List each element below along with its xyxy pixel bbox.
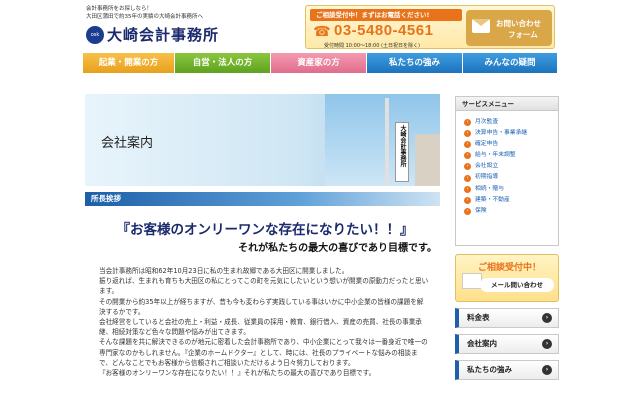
section-heading: 所長挨拶 bbox=[85, 192, 440, 206]
arrow-bullet-icon: › bbox=[464, 185, 471, 193]
catchphrase: 『お客様のオンリーワンな存在になりたい！！』 それが私たちの最大の喜びであり目標… bbox=[85, 218, 445, 254]
logo-text: 大崎会計事務所 bbox=[107, 26, 220, 44]
arrow-bullet-icon: › bbox=[464, 196, 471, 204]
mail-form-label-line-2: フォーム bbox=[508, 30, 538, 39]
tagline-line-2: 大田区蒲田で約35年の実績の大崎会計事務所へ bbox=[86, 13, 204, 20]
arrow-bullet-icon: › bbox=[464, 163, 471, 171]
mail-form-button[interactable]: お問い合わせ フォーム bbox=[466, 10, 552, 46]
catchphrase-sub: それが私たちの最大の喜びであり目標です。 bbox=[238, 243, 437, 254]
chevron-right-icon: › bbox=[542, 339, 552, 349]
sidebar-link-strengths[interactable]: 私たちの強み › bbox=[455, 360, 559, 380]
consult-title: ご相談受付中！ bbox=[478, 263, 542, 273]
nav-item-faq[interactable]: みんなの疑問 bbox=[463, 53, 557, 73]
nav-item-startup[interactable]: 起業・開業の方 bbox=[83, 53, 175, 73]
arrow-bullet-icon: › bbox=[464, 207, 471, 215]
office-sign: 大崎会計事務所 bbox=[395, 122, 409, 182]
mail-form-label: お問い合わせ フォーム bbox=[496, 18, 541, 40]
paragraph: 『お客様のオンリーワンな存在になりたい！！』それが私たちの最大の喜びであり目標で… bbox=[99, 369, 376, 378]
global-nav: 起業・開業の方 自営・法人の方 資産家の方 私たちの強み みんなの疑問 bbox=[83, 53, 557, 73]
service-menu: サービスメニュー › 月次監査 › 決算申告・事業承継 › 確定申告 › 給与・年末調整… bbox=[455, 96, 559, 246]
tagline-line-1: 会計事務所をお探しなら！ bbox=[86, 6, 153, 12]
mail-form-label-line-1: お問い合わせ bbox=[496, 19, 541, 28]
main-content: 会社案内 大崎会計事務所 所長挨拶 『お客様のオンリーワンな存在になりたい！！』… bbox=[85, 94, 445, 378]
arrow-bullet-icon: › bbox=[464, 130, 471, 138]
page: 会計事務所をお探しなら！ 大田区蒲田で約35年の実績の大崎会計事務所へ osk … bbox=[0, 0, 640, 400]
service-list: › 月次監査 › 決算申告・事業承継 › 確定申告 › 給与・年末調整 › 会社設立 › 初… bbox=[456, 111, 558, 217]
phone-number[interactable]: 03-5480-4561 bbox=[334, 22, 433, 39]
arrow-bullet-icon: › bbox=[464, 174, 471, 182]
arrow-bullet-icon: › bbox=[464, 141, 471, 149]
service-item[interactable]: › 月次監査 bbox=[464, 117, 558, 128]
sidebar-link-company[interactable]: 会社案内 › bbox=[455, 334, 559, 354]
service-item[interactable]: › 給与・年末調整 bbox=[464, 150, 558, 161]
tagline: 会計事務所をお探しなら！ 大田区蒲田で約35年の実績の大崎会計事務所へ bbox=[86, 6, 286, 21]
phone-icon: ☎ bbox=[313, 24, 331, 40]
service-item[interactable]: › 確定申告 bbox=[464, 139, 558, 150]
consult-banner[interactable]: ご相談受付中！ メール問い合わせ bbox=[455, 254, 559, 302]
paragraph: 当会計事務所は昭和62年10月23日に私の生まれ故郷である大田区に開業しました。 bbox=[99, 267, 349, 275]
consult-mail-label: メール問い合わせ bbox=[480, 278, 554, 292]
page-title: 会社案内 bbox=[101, 136, 154, 151]
paragraph: そんな課題を共に解決できるのが地元に密着した会計事務所であり、中小企業にとって我… bbox=[99, 338, 428, 367]
nav-item-corporate[interactable]: 自営・法人の方 bbox=[175, 53, 271, 73]
service-item[interactable]: › 保険 bbox=[464, 206, 558, 217]
service-item[interactable]: › 初期指導 bbox=[464, 172, 558, 183]
nav-item-assets[interactable]: 資産家の方 bbox=[271, 53, 367, 73]
envelope-icon bbox=[462, 273, 482, 289]
service-item[interactable]: › 決算申告・事業承継 bbox=[464, 128, 558, 139]
greeting-text: 当会計事務所は昭和62年10月23日に私の生まれ故郷である大田区に開業しました。… bbox=[85, 266, 430, 378]
service-menu-title: サービスメニュー bbox=[456, 97, 558, 111]
site-logo[interactable]: osk 大崎会計事務所 bbox=[86, 24, 219, 45]
site-header: 会計事務所をお探しなら！ 大田区蒲田で約35年の実績の大崎会計事務所へ osk … bbox=[0, 0, 640, 52]
contact-box: ご相談受付中！まずはお電話ください! ☎ 03-5480-4561 受付時間 1… bbox=[305, 5, 555, 49]
catchphrase-main: 『お客様のオンリーワンな存在になりたい！！』 bbox=[116, 222, 414, 238]
arrow-bullet-icon: › bbox=[464, 152, 471, 160]
service-item[interactable]: › 建築・不動産 bbox=[464, 195, 558, 206]
logo-mark-icon: osk bbox=[86, 25, 104, 44]
paragraph: 振り返れば、生まれも育ちも大田区の私にとってこの町を元気にしたいという想いが開業… bbox=[99, 277, 429, 296]
sidebar-link-pricing[interactable]: 料金表 › bbox=[455, 308, 559, 328]
sidebar: サービスメニュー › 月次監査 › 決算申告・事業承継 › 確定申告 › 給与・年末調整… bbox=[455, 96, 559, 380]
building-photo: 大崎会計事務所 bbox=[325, 94, 440, 186]
contact-banner: ご相談受付中！まずはお電話ください! bbox=[310, 9, 462, 21]
service-item[interactable]: › 会社設立 bbox=[464, 161, 558, 172]
envelope-icon bbox=[472, 19, 490, 33]
hero-banner: 会社案内 大崎会計事務所 bbox=[85, 94, 440, 186]
nav-item-strengths[interactable]: 私たちの強み bbox=[367, 53, 463, 73]
paragraph: その開業から約35年以上が経ちますが、昔も今も変わらず実践している事はいかに中小… bbox=[99, 297, 424, 316]
contact-hours: 受付時間 10:00～18:00 (土日祝日を除く) bbox=[324, 43, 420, 49]
chevron-right-icon: › bbox=[542, 365, 552, 375]
arrow-bullet-icon: › bbox=[464, 119, 471, 127]
service-item[interactable]: › 相続・贈与 bbox=[464, 184, 558, 195]
chevron-right-icon: › bbox=[542, 313, 552, 323]
paragraph: 会社経営をしていると会社の売上・利益・成長、従業員の採用・教育、銀行借入、資産の… bbox=[99, 318, 422, 337]
